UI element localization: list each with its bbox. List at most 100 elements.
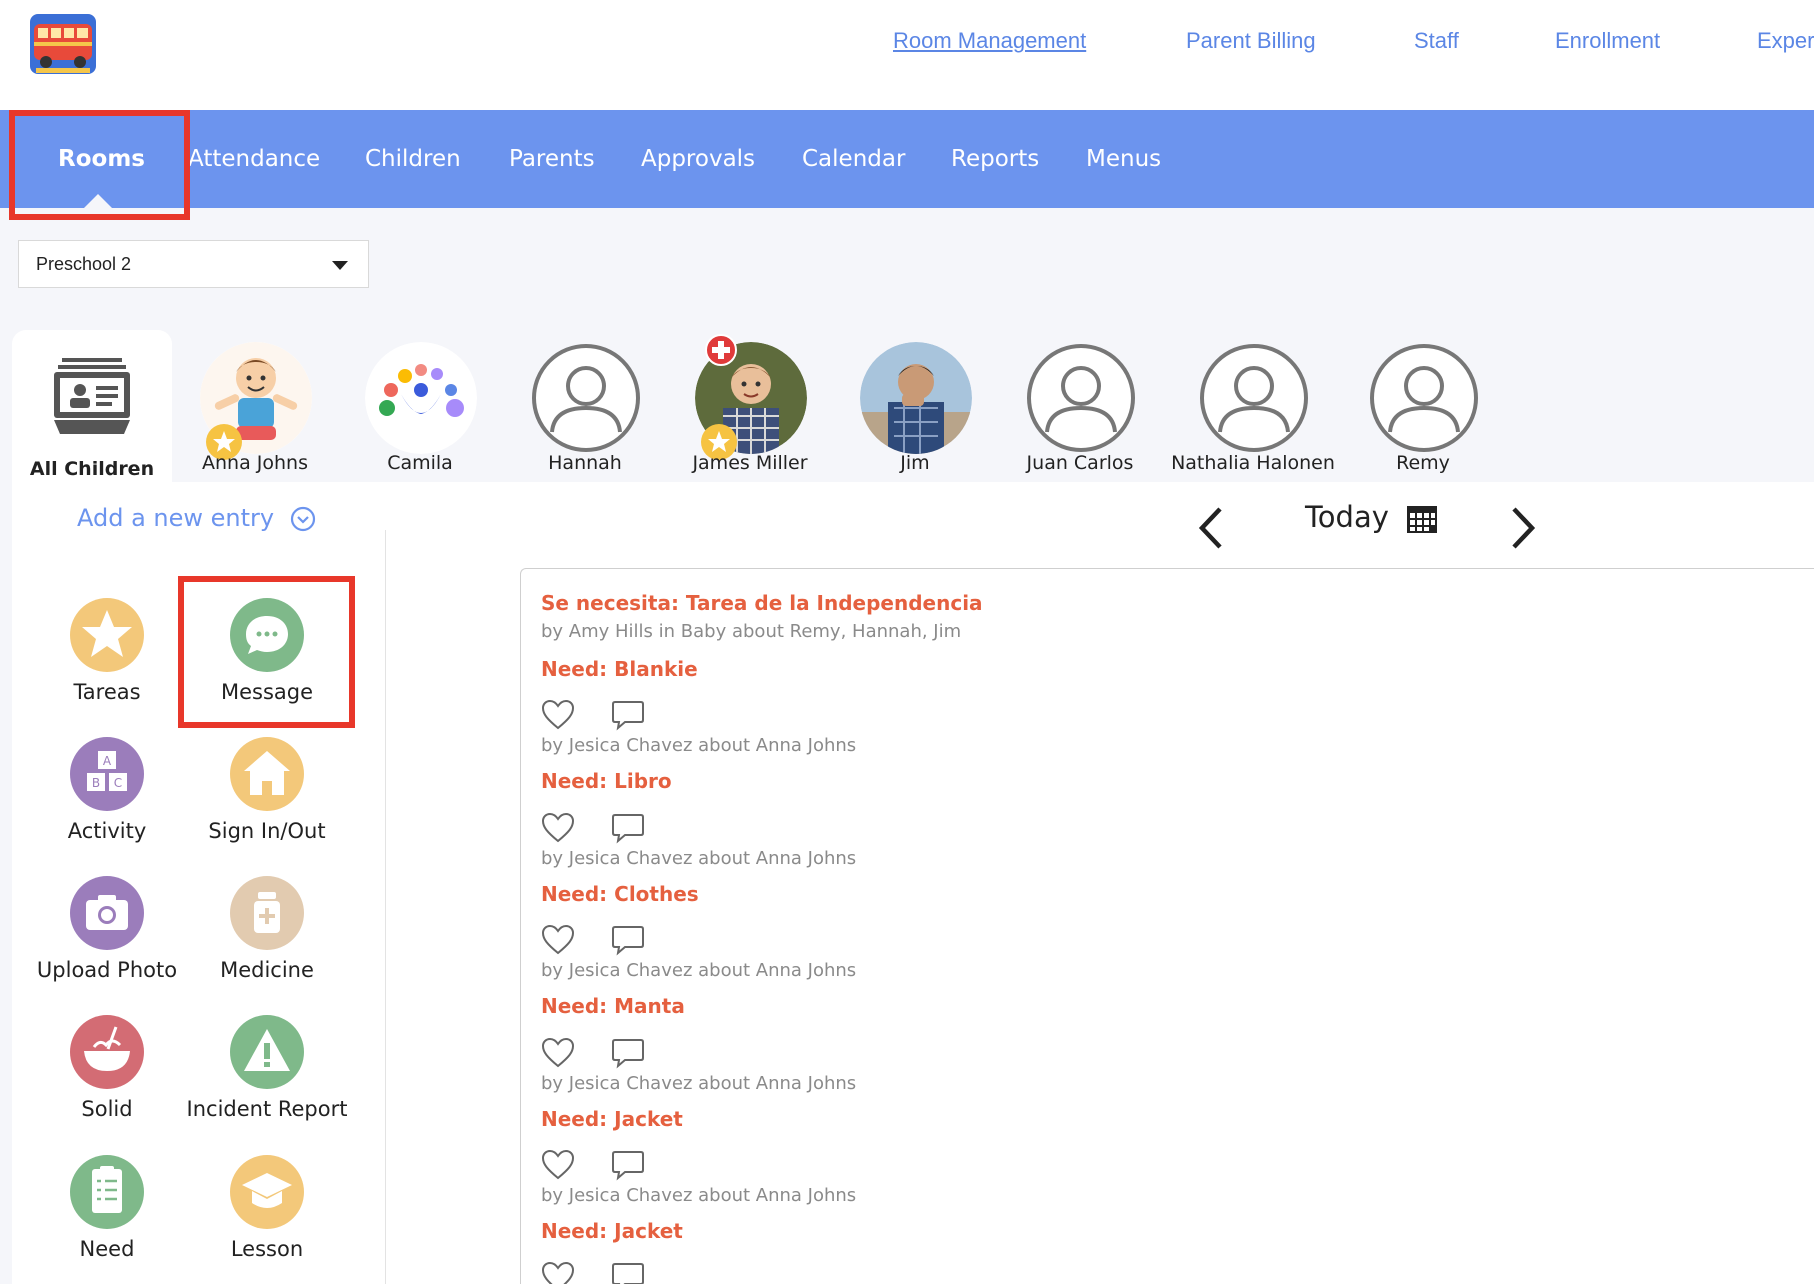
feed-entry-title[interactable]: Need: Jacket [541, 1107, 683, 1131]
avatar [1198, 342, 1310, 454]
entry-tareas[interactable]: Tareas [27, 598, 187, 718]
feed-entry-title[interactable]: Need: Manta [541, 994, 685, 1018]
comment-icon[interactable] [611, 812, 645, 844]
feed-entry-actions [541, 1037, 661, 1073]
top-header: Room Management Parent Billing Staff Enr… [0, 0, 1814, 110]
child-name: Nathalia Halonen [1171, 452, 1335, 474]
nav-approvals[interactable]: Approvals [641, 110, 755, 208]
room-select[interactable]: Preschool 2 [18, 240, 369, 288]
feed-entry-meta: by Jesica Chavez about Anna Johns [541, 960, 857, 981]
heart-icon[interactable] [541, 1261, 575, 1284]
nav-attendance[interactable]: Attendance [188, 110, 320, 208]
avatar [1368, 342, 1480, 454]
feed-entry-actions [541, 699, 661, 735]
feed-entry-actions [541, 924, 661, 960]
person-placeholder-icon [1200, 344, 1308, 452]
feed-entry-meta: by Amy Hills in Baby about Remy, Hannah,… [541, 621, 962, 642]
feed-entry-title[interactable]: Need: Clothes [541, 882, 699, 906]
entry-message[interactable]: Message [187, 598, 347, 718]
child-name: Jim [900, 452, 930, 474]
child-anna-johns[interactable]: Anna Johns [180, 338, 330, 478]
child-name: Camila [387, 452, 453, 474]
date-picker[interactable]: Today [1305, 500, 1438, 534]
chat-bubble-icon [230, 598, 304, 672]
top-link-room-management[interactable]: Room Management [893, 28, 1086, 54]
top-links: Room Management Parent Billing Staff Enr… [0, 28, 1814, 62]
child-james-miller[interactable]: James Miller [675, 334, 825, 478]
child-hannah[interactable]: Hannah [510, 338, 660, 478]
entry-incident-report[interactable]: Incident Report [187, 1015, 347, 1135]
entry-upload-photo[interactable]: Upload Photo [27, 876, 187, 996]
nav-parents[interactable]: Parents [509, 110, 595, 208]
comment-icon[interactable] [611, 1149, 645, 1181]
heart-icon[interactable] [541, 1037, 575, 1069]
feed-entry-title[interactable]: Need: Jacket [541, 1219, 683, 1243]
avatar [530, 342, 642, 454]
comment-icon[interactable] [611, 924, 645, 956]
nav-reports[interactable]: Reports [951, 110, 1039, 208]
entry-label: Sign In/Out [208, 819, 326, 843]
all-children-label: All Children [29, 458, 155, 480]
entry-label: Lesson [230, 1237, 304, 1261]
person-placeholder-icon [532, 344, 640, 452]
avatar [365, 342, 477, 454]
entry-need[interactable]: Need [27, 1155, 187, 1275]
child-nathalia-halonen[interactable]: Nathalia Halonen [1171, 338, 1335, 478]
comment-icon[interactable] [611, 699, 645, 731]
medicine-bottle-icon [230, 876, 304, 950]
feed-entry-title[interactable]: Need: Blankie [541, 657, 698, 681]
feed-entry-meta: by Jesica Chavez about Anna Johns [541, 1073, 857, 1094]
child-juan-carlos[interactable]: Juan Carlos [1005, 338, 1155, 478]
feed-entry-title[interactable]: Se necesita: Tarea de la Independencia [541, 591, 983, 615]
active-tab-caret [84, 194, 112, 208]
checklist-icon [70, 1155, 144, 1229]
entry-sign-in-out[interactable]: Sign In/Out [187, 737, 347, 857]
star-icon [70, 598, 144, 672]
food-bowl-icon [70, 1015, 144, 1089]
graduation-cap-icon [230, 1155, 304, 1229]
feed-entry-meta: by Jesica Chavez about Anna Johns [541, 848, 857, 869]
entry-lesson[interactable]: Lesson [187, 1155, 347, 1275]
abc-blocks-icon: A B C [70, 737, 144, 811]
heart-icon[interactable] [541, 924, 575, 956]
entry-solid[interactable]: Solid [27, 1015, 187, 1135]
feed-entry-actions [541, 812, 661, 848]
entry-label: Incident Report [186, 1097, 348, 1121]
previous-day-button[interactable] [1196, 505, 1226, 551]
svg-text:C: C [114, 776, 122, 790]
heart-icon[interactable] [541, 1149, 575, 1181]
feed-entry-meta: by Jesica Chavez about Anna Johns [541, 735, 857, 756]
camera-icon [70, 876, 144, 950]
child-name: Anna Johns [202, 452, 308, 474]
comment-icon[interactable] [611, 1037, 645, 1069]
top-link-expenses[interactable]: Exper [1757, 28, 1814, 54]
child-camila[interactable]: Camila [345, 338, 495, 478]
next-day-button[interactable] [1508, 505, 1538, 551]
heart-icon[interactable] [541, 699, 575, 731]
comment-icon[interactable] [611, 1261, 645, 1284]
nav-menus[interactable]: Menus [1086, 110, 1161, 208]
medical-alert-icon [705, 334, 737, 366]
nav-calendar[interactable]: Calendar [802, 110, 905, 208]
top-link-enrollment[interactable]: Enrollment [1555, 28, 1660, 54]
child-remy[interactable]: Remy [1348, 338, 1498, 478]
all-children-tab[interactable]: All Children [12, 330, 172, 490]
top-link-parent-billing[interactable]: Parent Billing [1186, 28, 1316, 54]
avatar [860, 342, 972, 454]
feed-entry-title[interactable]: Need: Libro [541, 769, 672, 793]
child-jim[interactable]: Jim [840, 338, 990, 478]
top-link-staff[interactable]: Staff [1414, 28, 1459, 54]
heart-icon[interactable] [541, 812, 575, 844]
entry-activity[interactable]: A B C Activity [27, 737, 187, 857]
entry-medicine[interactable]: Medicine [187, 876, 347, 996]
person-placeholder-icon [1027, 344, 1135, 452]
add-new-entry-label: Add a new entry [77, 504, 275, 532]
add-new-entry-button[interactable]: Add a new entry [77, 504, 316, 532]
date-label: Today [1305, 500, 1389, 534]
feed-entry-meta: by Jesica Chavez about Anna Johns [541, 1185, 857, 1206]
house-icon [230, 737, 304, 811]
entries-feed: Se necesita: Tarea de la Independencia b… [520, 568, 1814, 1284]
nav-children[interactable]: Children [365, 110, 461, 208]
entry-label: Message [220, 680, 314, 704]
feed-entry-actions [541, 1261, 661, 1284]
